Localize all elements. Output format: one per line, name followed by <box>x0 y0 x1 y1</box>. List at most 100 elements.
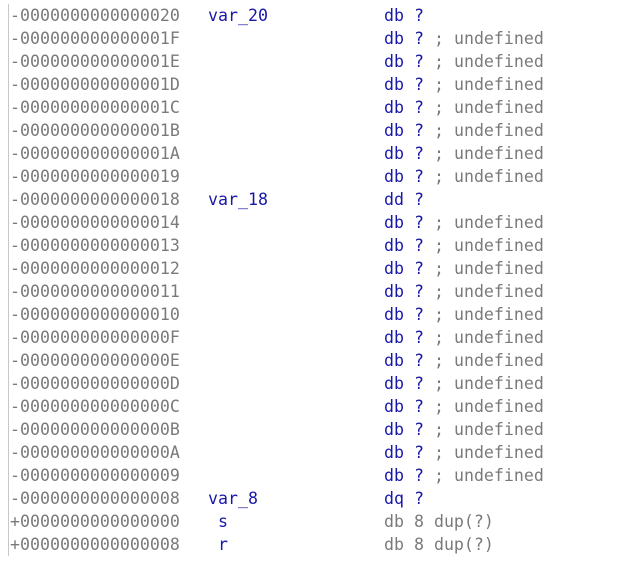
comment: ; undefined <box>433 305 544 324</box>
stack-frame-row[interactable]: -000000000000000A db ? ; undefined <box>0 441 627 464</box>
stack-frame-row[interactable]: -0000000000000014 db ? ; undefined <box>0 211 627 234</box>
stack-frame-row[interactable]: -0000000000000013 db ? ; undefined <box>0 234 627 257</box>
operand: ? <box>413 167 424 186</box>
operand: ? <box>413 52 424 71</box>
variable-name[interactable]: var_18 <box>208 188 268 211</box>
operand: ? <box>413 466 424 485</box>
data-definition: dq ? <box>384 487 424 510</box>
directive: db <box>384 374 404 393</box>
comment: ; undefined <box>433 420 544 439</box>
comment: ; undefined <box>433 144 544 163</box>
stack-frame-row[interactable]: -0000000000000018 var_18 dd ? <box>0 188 627 211</box>
frame-offset: -000000000000001A <box>10 144 180 163</box>
comment: ; undefined <box>433 75 544 94</box>
stack-frame-row[interactable]: -0000000000000019 db ? ; undefined <box>0 165 627 188</box>
operand: ? <box>413 443 424 462</box>
gutter-line <box>8 326 9 349</box>
gutter-line <box>8 234 9 257</box>
stack-frame-row[interactable]: -0000000000000011 db ? ; undefined <box>0 280 627 303</box>
stack-frame-listing[interactable]: -0000000000000020 var_20 db ? -000000000000… <box>0 4 627 556</box>
gutter-line <box>8 533 9 556</box>
stack-frame-row[interactable]: -000000000000001D db ? ; undefined <box>0 73 627 96</box>
variable-name[interactable]: var_8 <box>208 487 258 510</box>
comment: ; undefined <box>433 167 544 186</box>
operand: ? <box>413 75 424 94</box>
frame-offset: -0000000000000018 <box>10 190 180 209</box>
stack-frame-row[interactable]: -0000000000000010 db ? ; undefined <box>0 303 627 326</box>
data-definition: db 8 dup(?) <box>384 533 494 556</box>
data-definition: db ? ; undefined <box>384 50 544 73</box>
directive: db <box>384 52 404 71</box>
stack-frame-row[interactable]: -000000000000001A db ? ; undefined <box>0 142 627 165</box>
frame-offset: -0000000000000010 <box>10 305 180 324</box>
directive: db <box>384 420 404 439</box>
operand: ? <box>413 98 424 117</box>
data-definition: db ? ; undefined <box>384 441 544 464</box>
data-definition: db 8 dup(?) <box>384 510 494 533</box>
frame-offset: -000000000000000C <box>10 397 180 416</box>
variable-name[interactable]: var_20 <box>208 4 268 27</box>
stack-frame-row[interactable]: -000000000000000B db ? ; undefined <box>0 418 627 441</box>
stack-frame-row[interactable]: -000000000000001B db ? ; undefined <box>0 119 627 142</box>
gutter-line <box>8 349 9 372</box>
stack-frame-row[interactable]: -000000000000000D db ? ; undefined <box>0 372 627 395</box>
data-definition: db ? ; undefined <box>384 464 544 487</box>
directive: db <box>384 305 404 324</box>
comment: ; undefined <box>433 328 544 347</box>
frame-offset: -000000000000001E <box>10 52 180 71</box>
stack-frame-row[interactable]: +0000000000000008 r db 8 dup(?) <box>0 533 627 556</box>
frame-offset: -000000000000001D <box>10 75 180 94</box>
gutter-line <box>8 372 9 395</box>
data-definition: db ? ; undefined <box>384 96 544 119</box>
directive: db <box>384 259 404 278</box>
stack-frame-row[interactable]: -0000000000000020 var_20 db ? <box>0 4 627 27</box>
operand: ? <box>413 213 424 232</box>
stack-frame-row[interactable]: -000000000000000E db ? ; undefined <box>0 349 627 372</box>
stack-frame-row[interactable]: -0000000000000012 db ? ; undefined <box>0 257 627 280</box>
frame-offset: -000000000000000F <box>10 328 180 347</box>
directive: db <box>384 121 404 140</box>
gutter-line <box>8 27 9 50</box>
gutter-line <box>8 418 9 441</box>
directive: db <box>384 397 404 416</box>
stack-frame-row[interactable]: -0000000000000008 var_8 dq ? <box>0 487 627 510</box>
operand: ? <box>413 351 424 370</box>
stack-frame-row[interactable]: -0000000000000009 db ? ; undefined <box>0 464 627 487</box>
gutter-line <box>8 395 9 418</box>
data-definition: db ? ; undefined <box>384 349 544 372</box>
operand: ? <box>413 282 424 301</box>
frame-offset: -0000000000000020 <box>10 6 180 25</box>
gutter-line <box>8 142 9 165</box>
directive: db 8 dup(?) <box>384 512 494 531</box>
comment: ; undefined <box>433 466 544 485</box>
operand: ? <box>413 305 424 324</box>
comment: ; undefined <box>433 29 544 48</box>
frame-offset: -000000000000000A <box>10 443 180 462</box>
directive: dd <box>384 190 404 209</box>
gutter-line <box>8 280 9 303</box>
frame-offset: -0000000000000009 <box>10 466 180 485</box>
stack-frame-row[interactable]: -000000000000000F db ? ; undefined <box>0 326 627 349</box>
directive: db <box>384 98 404 117</box>
stack-frame-row[interactable]: -000000000000000C db ? ; undefined <box>0 395 627 418</box>
operand: ? <box>413 6 424 25</box>
data-definition: db ? ; undefined <box>384 234 544 257</box>
gutter-line <box>8 4 9 27</box>
variable-name[interactable]: r <box>218 533 228 556</box>
data-definition: db ? ; undefined <box>384 165 544 188</box>
stack-frame-row[interactable]: -000000000000001E db ? ; undefined <box>0 50 627 73</box>
frame-offset: +0000000000000008 <box>10 535 180 554</box>
gutter-line <box>8 464 9 487</box>
stack-frame-row[interactable]: -000000000000001F db ? ; undefined <box>0 27 627 50</box>
directive: db <box>384 236 404 255</box>
gutter-line <box>8 257 9 280</box>
stack-frame-row[interactable]: -000000000000001C db ? ; undefined <box>0 96 627 119</box>
gutter-line <box>8 487 9 510</box>
comment: ; undefined <box>433 52 544 71</box>
operand: ? <box>413 121 424 140</box>
data-definition: db ? ; undefined <box>384 142 544 165</box>
directive: db <box>384 75 404 94</box>
variable-name[interactable]: s <box>218 510 228 533</box>
stack-frame-row[interactable]: +0000000000000000 s db 8 dup(?) <box>0 510 627 533</box>
data-definition: db ? <box>384 4 424 27</box>
